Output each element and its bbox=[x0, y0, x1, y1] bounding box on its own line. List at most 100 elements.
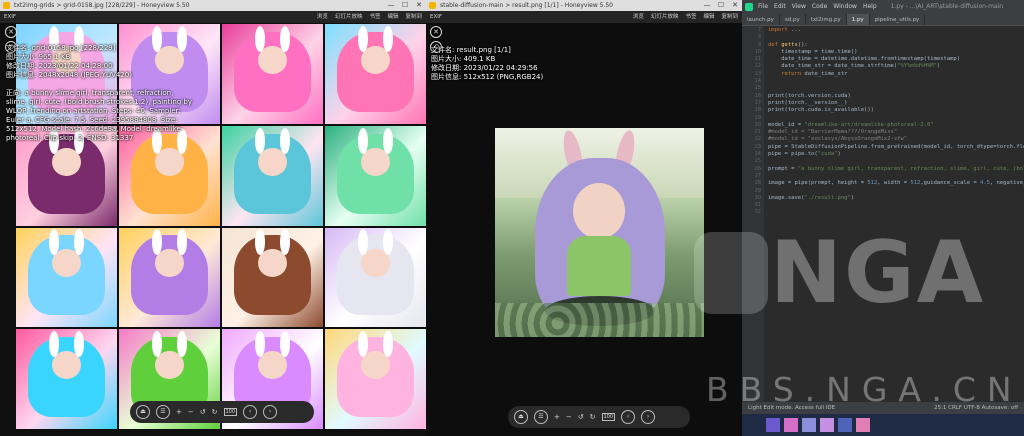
menu-item-view[interactable]: View bbox=[792, 3, 806, 10]
line-number: 13 bbox=[754, 70, 761, 77]
zoom-in-icon[interactable]: + bbox=[554, 413, 560, 421]
toolbar-item-1[interactable]: 幻灯片放映 bbox=[651, 11, 679, 23]
windows-taskbar bbox=[742, 414, 1024, 436]
rotate-left-icon[interactable]: ↺ bbox=[200, 408, 206, 416]
watermark-url: BBS.NGA.CN bbox=[706, 370, 1023, 409]
line-number: 22 bbox=[754, 136, 761, 143]
taskbar-thumb-3[interactable] bbox=[802, 418, 816, 432]
line-number: 24 bbox=[754, 151, 761, 158]
cell-ear-right bbox=[382, 25, 393, 52]
right-info-overlay: 文件名: result.png [1/1] 图片大小: 409.1 KB 修改日期:… bbox=[431, 46, 543, 82]
prev-icon[interactable]: ‹ bbox=[243, 405, 258, 419]
rotate-right-icon[interactable]: ↻ bbox=[212, 408, 218, 416]
ide-logo-icon bbox=[745, 3, 753, 11]
zoom-out-icon[interactable]: − bbox=[566, 413, 572, 421]
menu-item-window[interactable]: Window bbox=[833, 3, 857, 10]
menu-item-file[interactable]: File bbox=[758, 3, 768, 10]
editor-tabs: launch.py sd.py txt2img.py 1.py pipeline_uti… bbox=[742, 14, 1024, 26]
toolbar-item-3[interactable]: 编辑 bbox=[703, 11, 714, 23]
next-icon[interactable]: › bbox=[641, 410, 656, 424]
grid-cell-15[interactable] bbox=[325, 329, 426, 429]
close-icon[interactable]: ✕ bbox=[412, 0, 426, 11]
grid-cell-7[interactable] bbox=[325, 125, 426, 226]
cell-ear-right bbox=[279, 229, 290, 256]
toolbar-item-3[interactable]: 编辑 bbox=[387, 11, 398, 23]
right-exif-label[interactable]: EXIF bbox=[430, 11, 442, 23]
maximize-icon[interactable]: ☐ bbox=[398, 0, 412, 11]
toolbar-item-0[interactable]: 浏览 bbox=[317, 11, 328, 23]
line-number: 31 bbox=[754, 202, 761, 209]
next-icon[interactable]: › bbox=[263, 405, 278, 419]
grid-cell-9[interactable] bbox=[119, 227, 220, 328]
grid-cell-11[interactable] bbox=[325, 227, 426, 328]
toolbar-item-1[interactable]: 幻灯片放映 bbox=[335, 11, 363, 23]
menu-item-code[interactable]: Code bbox=[812, 3, 827, 10]
tab-1-py[interactable]: 1.py bbox=[846, 14, 870, 25]
grid-cell-3[interactable] bbox=[325, 24, 426, 124]
toolbar-item-4[interactable]: 复制到 bbox=[405, 11, 422, 23]
line-number: 11 bbox=[754, 56, 761, 63]
result-image bbox=[495, 128, 704, 337]
right-titlebar[interactable]: stable-diffusion-main > result.png [1/1]… bbox=[426, 0, 742, 11]
taskbar-thumb-1[interactable] bbox=[766, 418, 780, 432]
line-number: 26 bbox=[754, 165, 761, 172]
tab-pipeline_utils-py[interactable]: pipeline_utils.py bbox=[870, 14, 926, 25]
line-number: 17 bbox=[754, 99, 761, 106]
left-close-overlay-icon[interactable]: ✕ bbox=[5, 26, 17, 38]
line-number: 32 bbox=[754, 209, 761, 216]
nga-paw-icon bbox=[694, 232, 768, 314]
cell-ear-right bbox=[279, 25, 290, 52]
info-line-0: 文件名: result.png [1/1] bbox=[431, 46, 511, 54]
right-toolbar: EXIF 浏览 幻灯片放映 书签 编辑 复制到 bbox=[426, 11, 742, 23]
toolbar-item-2[interactable]: 书签 bbox=[685, 11, 696, 23]
toolbar-item-0[interactable]: 浏览 bbox=[633, 11, 644, 23]
zoom-in-icon[interactable]: + bbox=[176, 408, 182, 416]
prev-icon[interactable]: ‹ bbox=[621, 410, 636, 424]
maximize-icon[interactable]: ☐ bbox=[714, 0, 728, 11]
grid-cell-8[interactable] bbox=[16, 227, 117, 328]
watermark-brand: NGA bbox=[770, 223, 986, 323]
menu-icon[interactable]: ☰ bbox=[534, 410, 548, 424]
menu-icon[interactable]: ☰ bbox=[156, 405, 170, 419]
right-window-title: stable-diffusion-main > result.png [1/1]… bbox=[440, 2, 614, 9]
minimize-icon[interactable]: — bbox=[384, 0, 398, 11]
zoom-level[interactable]: 100 bbox=[601, 413, 616, 421]
taskbar-thumb-2[interactable] bbox=[784, 418, 798, 432]
rotate-left-icon[interactable]: ↺ bbox=[578, 413, 584, 421]
eject-icon[interactable]: ⏏ bbox=[514, 410, 528, 424]
honeyview-app-icon bbox=[3, 2, 10, 9]
zoom-out-icon[interactable]: − bbox=[188, 408, 194, 416]
line-number: 10 bbox=[754, 48, 761, 55]
right-close-overlay-icon[interactable]: ✕ bbox=[430, 26, 442, 38]
menu-item-edit[interactable]: Edit bbox=[774, 3, 786, 10]
left-titlebar[interactable]: txt2img-grids > grid-0158.jpg [228/229] … bbox=[0, 0, 426, 11]
info-line-1: 图片大小: 965.1 KB bbox=[6, 53, 71, 61]
grid-cell-6[interactable] bbox=[222, 125, 323, 226]
tab-txt2img-py[interactable]: txt2img.py bbox=[806, 14, 847, 25]
line-number: 16 bbox=[754, 92, 761, 99]
toolbar-item-4[interactable]: 复制到 bbox=[721, 11, 738, 23]
info-line-1: 图片大小: 409.1 KB bbox=[431, 55, 496, 63]
rotate-right-icon[interactable]: ↻ bbox=[590, 413, 596, 421]
taskbar-thumb-5[interactable] bbox=[838, 418, 852, 432]
cell-ear-right bbox=[382, 127, 393, 154]
right-control-bar: ⏏ ☰ + − ↺ ↻ 100 ‹ › bbox=[508, 406, 690, 428]
line-number: 18 bbox=[754, 107, 761, 114]
taskbar-thumb-6[interactable] bbox=[856, 418, 870, 432]
cell-ear-right bbox=[279, 331, 290, 358]
close-icon[interactable]: ✕ bbox=[728, 0, 742, 11]
grid-cell-2[interactable] bbox=[222, 24, 323, 124]
zoom-level[interactable]: 100 bbox=[223, 408, 238, 416]
grid-cell-12[interactable] bbox=[16, 329, 117, 429]
code-area[interactable]: import ... def getts(): timestamp = time… bbox=[768, 27, 1024, 414]
grid-cell-10[interactable] bbox=[222, 227, 323, 328]
taskbar-thumb-4[interactable] bbox=[820, 418, 834, 432]
tab-launch-py[interactable]: launch.py bbox=[742, 14, 780, 25]
line-number: 19 bbox=[754, 114, 761, 121]
toolbar-item-2[interactable]: 书签 bbox=[369, 11, 380, 23]
left-exif-label[interactable]: EXIF bbox=[4, 11, 16, 23]
menu-item-help[interactable]: Help bbox=[863, 3, 877, 10]
tab-sd-py[interactable]: sd.py bbox=[780, 14, 806, 25]
eject-icon[interactable]: ⏏ bbox=[136, 405, 150, 419]
minimize-icon[interactable]: — bbox=[700, 0, 714, 11]
